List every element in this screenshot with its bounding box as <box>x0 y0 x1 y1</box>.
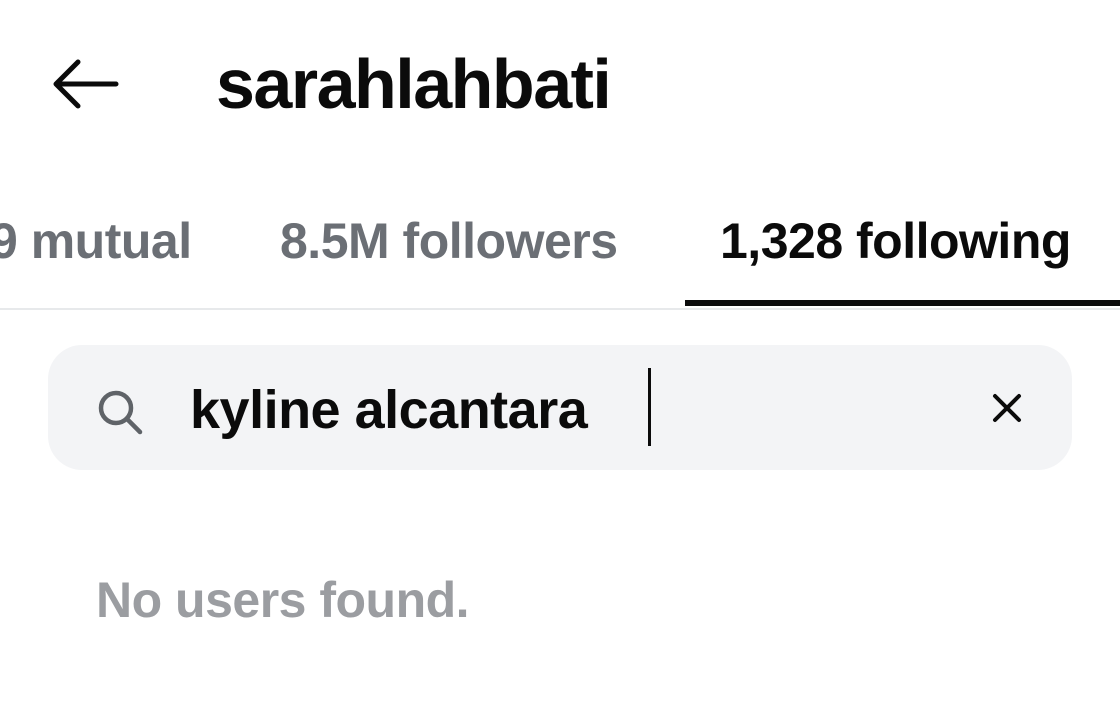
tab-followers[interactable]: 8.5M followers <box>280 206 618 276</box>
arrow-left-icon <box>53 59 119 109</box>
clear-search-button[interactable] <box>980 381 1034 435</box>
tab-mutual[interactable]: 9 mutual <box>0 206 192 276</box>
back-button[interactable] <box>44 52 124 116</box>
divider <box>0 308 1120 310</box>
empty-state-message: No users found. <box>96 572 470 628</box>
tab-bar: 9 mutual 8.5M followers 1,328 following <box>0 180 1120 310</box>
tab-following[interactable]: 1,328 following <box>720 206 1071 276</box>
header: sarahlahbati <box>0 0 1120 160</box>
profile-username: sarahlahbati <box>216 45 612 123</box>
active-tab-indicator <box>685 300 1120 306</box>
text-cursor <box>648 368 651 446</box>
close-icon <box>993 394 1021 422</box>
search-icon <box>98 390 143 435</box>
following-screen: sarahlahbati 9 mutual 8.5M followers 1,3… <box>0 0 1120 727</box>
search-input[interactable] <box>190 370 950 450</box>
